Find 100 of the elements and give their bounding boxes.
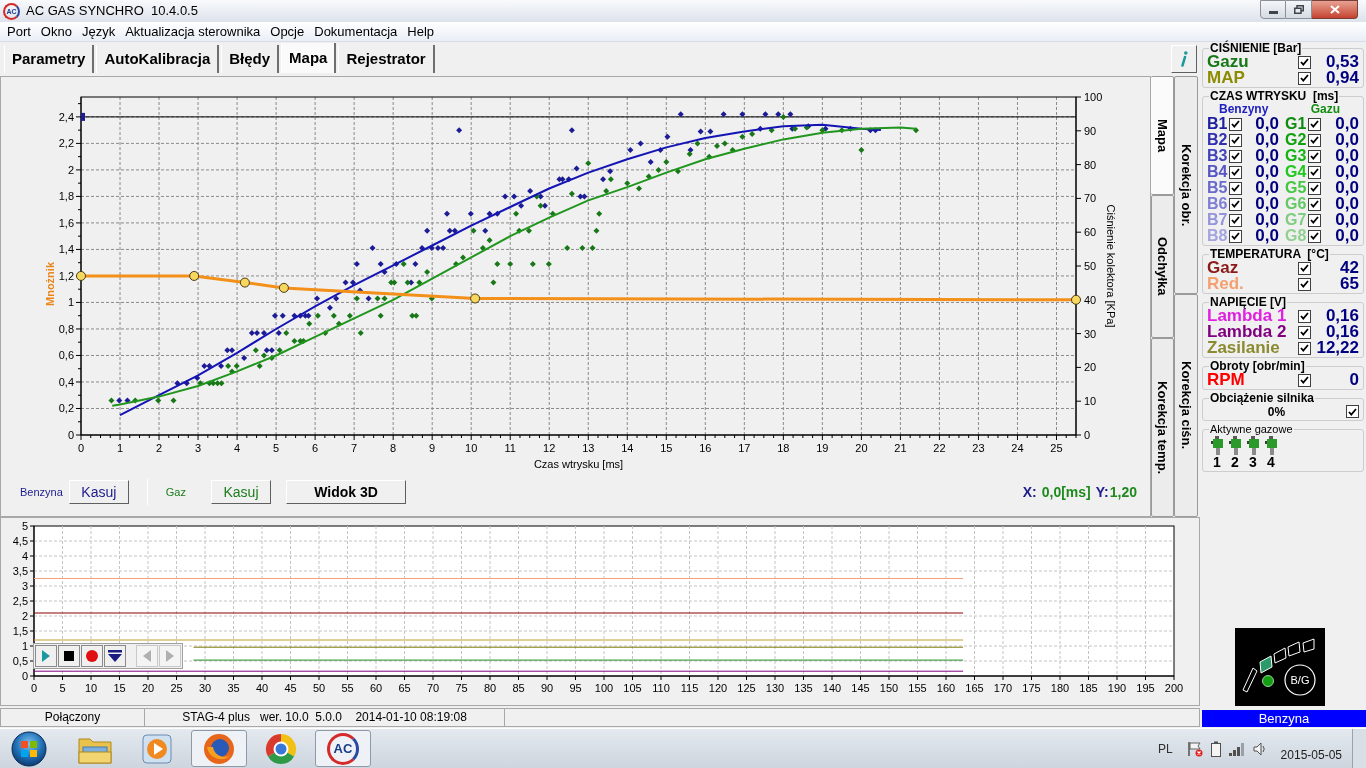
reading-value: 0,94 <box>1324 70 1359 86</box>
menu-item[interactable]: Język <box>76 22 121 41</box>
tick-label: 50 <box>312 682 326 694</box>
toolbar-button[interactable] <box>104 645 126 667</box>
reading-value: 0,0 <box>1334 196 1359 212</box>
checkbox[interactable] <box>1298 261 1311 275</box>
checkbox[interactable] <box>1229 149 1242 163</box>
tick-label: 2,2 <box>58 137 74 150</box>
tick-label: 70 <box>426 682 440 694</box>
tick-label: 4,5 <box>12 535 28 547</box>
tab[interactable]: AutoKalibracja <box>96 45 220 73</box>
group-title: NAPIĘCIE [V] <box>1209 296 1287 308</box>
tick-label: 20 <box>141 682 155 694</box>
tick-label: 105 <box>623 682 642 694</box>
checkbox[interactable] <box>1298 373 1311 387</box>
injector-number: 3 <box>1249 455 1257 470</box>
minimize-button[interactable] <box>1260 0 1286 19</box>
reading-value: 65 <box>1339 276 1359 292</box>
info-button[interactable] <box>1171 45 1197 73</box>
side-tab[interactable]: Korekcja ciśn. <box>1174 293 1198 517</box>
tick-label: 0 <box>77 442 85 454</box>
tick-label: 20 <box>855 442 868 454</box>
language-indicator[interactable]: PL <box>1157 739 1173 758</box>
checkbox[interactable] <box>1229 165 1242 179</box>
menu-item[interactable]: Okno <box>35 22 77 41</box>
tick-label: 0 <box>67 429 74 441</box>
checkbox[interactable] <box>1298 71 1311 85</box>
restore-button[interactable] <box>1286 0 1312 19</box>
side-tab[interactable]: Odchyłka <box>1151 194 1174 339</box>
cursor-value: 0,0[ms] <box>1041 482 1091 502</box>
tick-label: 170 <box>993 682 1013 694</box>
checkbox[interactable] <box>1229 181 1242 195</box>
channel-label: B7 <box>1207 212 1229 228</box>
view-3d-button[interactable]: Widok 3D <box>286 480 406 504</box>
toolbar-button[interactable] <box>58 645 80 667</box>
tick-label: 55 <box>341 682 354 694</box>
reading-label: MAP <box>1207 70 1246 86</box>
group-title: Obroty [obr/min] <box>1209 360 1306 372</box>
checkbox[interactable] <box>1308 165 1321 179</box>
reading-value: 0,0 <box>1254 180 1279 196</box>
checkbox[interactable] <box>1229 213 1242 227</box>
tick-label: 155 <box>908 682 927 694</box>
tab[interactable]: Rejestrator <box>338 45 435 73</box>
tick-label: 1,6 <box>58 216 74 229</box>
channel-label: G6 <box>1285 196 1308 212</box>
injector-number: 1 <box>1213 455 1221 470</box>
column-header: Benzyny <box>1219 103 1269 115</box>
tick-label: 23 <box>972 442 985 454</box>
play-icon <box>42 650 50 662</box>
checkbox[interactable] <box>1229 117 1242 131</box>
tab[interactable]: Błędy <box>221 45 280 73</box>
checkbox[interactable] <box>1298 55 1311 69</box>
menu-item[interactable]: Dokumentacja <box>309 22 403 41</box>
tick-label: 65 <box>398 682 411 694</box>
side-tab[interactable]: Korekcja temp. <box>1151 338 1174 517</box>
tick-label: 11 <box>504 442 516 454</box>
reading-value: 0,0 <box>1334 148 1359 164</box>
checkbox[interactable] <box>1308 213 1321 227</box>
checkbox[interactable] <box>1298 309 1311 323</box>
checkbox[interactable] <box>1229 133 1242 147</box>
checkbox[interactable] <box>1229 229 1242 243</box>
checkbox[interactable] <box>1308 197 1321 211</box>
side-tab[interactable]: Mapa <box>1151 76 1174 195</box>
info-icon <box>1180 51 1188 67</box>
checkbox[interactable] <box>1346 405 1359 418</box>
checkbox[interactable] <box>1308 181 1321 195</box>
checkbox[interactable] <box>1229 197 1242 211</box>
side-tab[interactable]: Korekcja obr. <box>1174 76 1198 294</box>
tab[interactable]: Parametry <box>4 45 95 73</box>
column-header: Gazu <box>1310 103 1340 115</box>
clear-button[interactable]: Kasuj <box>68 480 129 504</box>
group-title: CIŚNIENIE [Bar] <box>1209 42 1303 54</box>
menu-item[interactable]: Port <box>2 22 36 41</box>
reading-value: 0,0 <box>1254 132 1279 148</box>
clear-button[interactable]: Kasuj <box>211 480 271 504</box>
checkbox[interactable] <box>1308 229 1321 243</box>
channel-label: G7 <box>1285 212 1308 228</box>
checkbox[interactable] <box>1298 325 1311 339</box>
tick-label: 1,8 <box>58 190 74 203</box>
tick-label: 0,2 <box>58 402 74 415</box>
menu-item[interactable]: Opcje <box>265 22 310 41</box>
checkbox[interactable] <box>1298 341 1311 355</box>
tab[interactable]: Mapa <box>281 43 337 73</box>
injector-number: 4 <box>1267 455 1275 470</box>
menu-item[interactable]: Help <box>402 22 440 41</box>
menu-item[interactable]: Aktualizacja sterownika <box>120 22 266 41</box>
taskbar-button[interactable] <box>191 730 247 767</box>
fuel-switch-button[interactable]: B/G <box>1284 664 1316 696</box>
checkbox[interactable] <box>1298 277 1311 291</box>
reading-value: 0,0 <box>1254 148 1279 164</box>
close-button[interactable] <box>1312 0 1358 19</box>
tick-label: 100 <box>594 682 614 694</box>
tick-label: 2 <box>67 163 74 176</box>
channel-label: G5 <box>1285 180 1308 196</box>
checkbox[interactable] <box>1308 149 1321 163</box>
tick-label: 24 <box>1011 442 1024 454</box>
taskbar-button[interactable]: AC <box>315 730 371 767</box>
checkbox[interactable] <box>1308 117 1321 131</box>
checkbox[interactable] <box>1308 133 1321 147</box>
tick-label: 180 <box>1050 682 1070 694</box>
